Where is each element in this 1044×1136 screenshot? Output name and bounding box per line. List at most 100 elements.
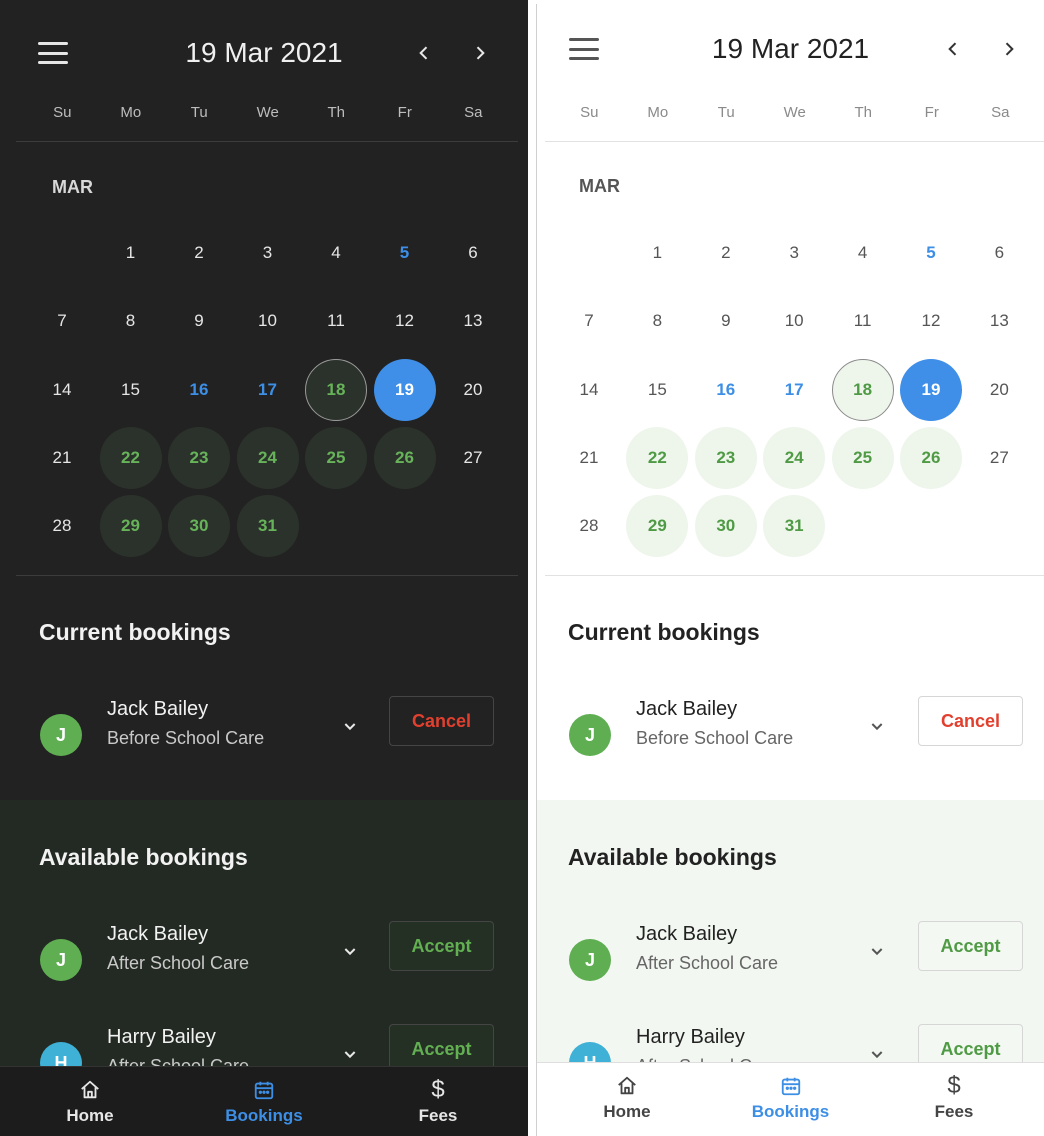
current-bookings-title: Current bookings (39, 619, 231, 645)
weekday-label: Fr (924, 104, 939, 121)
calendar-day[interactable]: 28 (558, 495, 620, 557)
tab-home[interactable]: Home (537, 1063, 717, 1132)
calendar-day[interactable]: 24 (236, 426, 299, 489)
menu-icon[interactable] (569, 38, 599, 60)
calendar-day[interactable]: 21 (558, 427, 620, 489)
calendar-day[interactable]: 11 (832, 290, 894, 352)
booking-type: After School Care (107, 953, 250, 973)
calendar-day[interactable]: 13 (442, 290, 504, 352)
calendar-day[interactable]: 29 (99, 495, 162, 558)
calendar-day[interactable]: 19 (373, 358, 436, 421)
booking-child-name: Harry Bailey (107, 1026, 216, 1048)
calendar-day[interactable]: 5 (374, 222, 436, 284)
chevron-down-icon[interactable] (338, 1042, 362, 1066)
tab-bookings[interactable]: Bookings (717, 1063, 864, 1132)
booking-row: J Jack Bailey After School Care Accept (537, 921, 1044, 1001)
menu-icon[interactable] (38, 42, 68, 64)
calendar-day[interactable]: 26 (373, 426, 436, 489)
chevron-left-icon[interactable] (937, 29, 969, 69)
bottom-navigation: Home Bookings $ Fees (537, 1062, 1044, 1132)
calendar-day[interactable]: 10 (763, 290, 825, 352)
dark-theme-screen: 19 Mar 2021 Su Mo Tu We Th Fr Sa MAR 1 2 3 4 5 6 7 8 9 10 1… (0, 0, 528, 1136)
calendar-day[interactable]: 7 (31, 290, 93, 352)
calendar-day[interactable]: 4 (832, 222, 894, 284)
calendar-day[interactable]: 8 (626, 290, 688, 352)
tab-fees[interactable]: $ Fees (864, 1063, 1044, 1132)
calendar-day[interactable]: 20 (968, 359, 1030, 421)
calendar-day[interactable]: 23 (694, 426, 757, 489)
calendar-day[interactable]: 18 (305, 358, 367, 421)
calendar-day[interactable]: 9 (695, 290, 757, 352)
calendar-day[interactable]: 30 (694, 495, 757, 558)
calendar-day[interactable]: 23 (168, 426, 230, 489)
accept-button[interactable]: Accept (918, 921, 1023, 971)
calendar-day[interactable]: 18 (831, 358, 894, 421)
tab-home[interactable]: Home (0, 1067, 180, 1136)
calendar-day[interactable]: 2 (168, 222, 230, 284)
accept-button[interactable]: Accept (389, 921, 494, 971)
calendar-day[interactable]: 22 (626, 426, 689, 489)
cancel-button[interactable]: Cancel (918, 696, 1023, 746)
calendar-day[interactable]: 25 (831, 426, 894, 489)
calendar-day[interactable]: 8 (100, 290, 162, 352)
calendar-day[interactable]: 12 (900, 290, 962, 352)
calendar-day[interactable]: 11 (305, 290, 367, 352)
calendar-day[interactable]: 19 (900, 358, 962, 421)
available-bookings-title: Available bookings (568, 844, 777, 870)
calendar-day[interactable]: 1 (100, 222, 162, 284)
calendar-day[interactable]: 9 (168, 290, 230, 352)
chevron-left-icon[interactable] (408, 33, 440, 73)
calendar-day[interactable]: 14 (31, 359, 93, 421)
weekday-row: Su Mo Tu We Th Fr Sa (28, 104, 508, 121)
calendar-day[interactable]: 27 (442, 427, 504, 489)
bottom-navigation: Home Bookings $ Fees (0, 1066, 528, 1136)
calendar-day[interactable]: 21 (31, 427, 93, 489)
calendar-day[interactable]: 5 (900, 222, 962, 284)
chevron-down-icon[interactable] (338, 939, 362, 963)
calendar-day[interactable]: 4 (305, 222, 367, 284)
dollar-icon: $ (947, 1071, 961, 1099)
calendar-day[interactable]: 3 (237, 222, 299, 284)
tab-fees[interactable]: $ Fees (348, 1067, 528, 1136)
calendar-day[interactable]: 25 (305, 426, 367, 489)
chevron-down-icon[interactable] (865, 714, 889, 738)
calendar-day[interactable]: 27 (968, 427, 1030, 489)
calendar-day[interactable]: 26 (900, 426, 962, 489)
calendar-day[interactable]: 31 (763, 495, 826, 558)
weekday-label: Sa (464, 104, 483, 121)
calendar-day[interactable]: 17 (763, 359, 825, 421)
calendar-day[interactable]: 6 (442, 222, 504, 284)
calendar-day[interactable]: 24 (763, 426, 826, 489)
light-theme-screen: 19 Mar 2021 Su Mo Tu We Th Fr Sa MAR 1 2 3 4 5 6 7 8 9 10 1… (536, 4, 1044, 1136)
calendar-day[interactable]: 17 (237, 359, 299, 421)
calendar-day[interactable]: 16 (168, 359, 230, 421)
chevron-right-icon[interactable] (993, 29, 1025, 69)
calendar-day[interactable]: 12 (374, 290, 436, 352)
calendar-day[interactable]: 7 (558, 290, 620, 352)
calendar-day[interactable]: 29 (626, 495, 689, 558)
calendar-day[interactable]: 15 (100, 359, 162, 421)
calendar-day[interactable]: 15 (626, 359, 688, 421)
weekday-label: Sa (991, 104, 1010, 121)
chevron-down-icon[interactable] (865, 939, 889, 963)
calendar-day[interactable]: 28 (31, 495, 93, 557)
calendar-day[interactable]: 31 (236, 495, 299, 558)
calendar-day[interactable]: 22 (99, 426, 162, 489)
cancel-button[interactable]: Cancel (389, 696, 494, 746)
calendar-day[interactable]: 6 (968, 222, 1030, 284)
calendar-day[interactable]: 1 (626, 222, 688, 284)
calendar-day[interactable]: 3 (763, 222, 825, 284)
calendar-day[interactable]: 20 (442, 359, 504, 421)
available-bookings-title: Available bookings (39, 844, 248, 870)
calendar-day[interactable]: 16 (695, 359, 757, 421)
chevron-down-icon[interactable] (338, 714, 362, 738)
calendar-day[interactable]: 10 (237, 290, 299, 352)
calendar-day[interactable]: 13 (968, 290, 1030, 352)
tab-bookings[interactable]: Bookings (180, 1067, 348, 1136)
home-icon (78, 1078, 102, 1102)
booking-row: J Jack Bailey After School Care Accept (0, 921, 528, 1001)
calendar-day[interactable]: 30 (168, 495, 230, 558)
calendar-day[interactable]: 14 (558, 359, 620, 421)
chevron-right-icon[interactable] (464, 33, 496, 73)
calendar-day[interactable]: 2 (695, 222, 757, 284)
